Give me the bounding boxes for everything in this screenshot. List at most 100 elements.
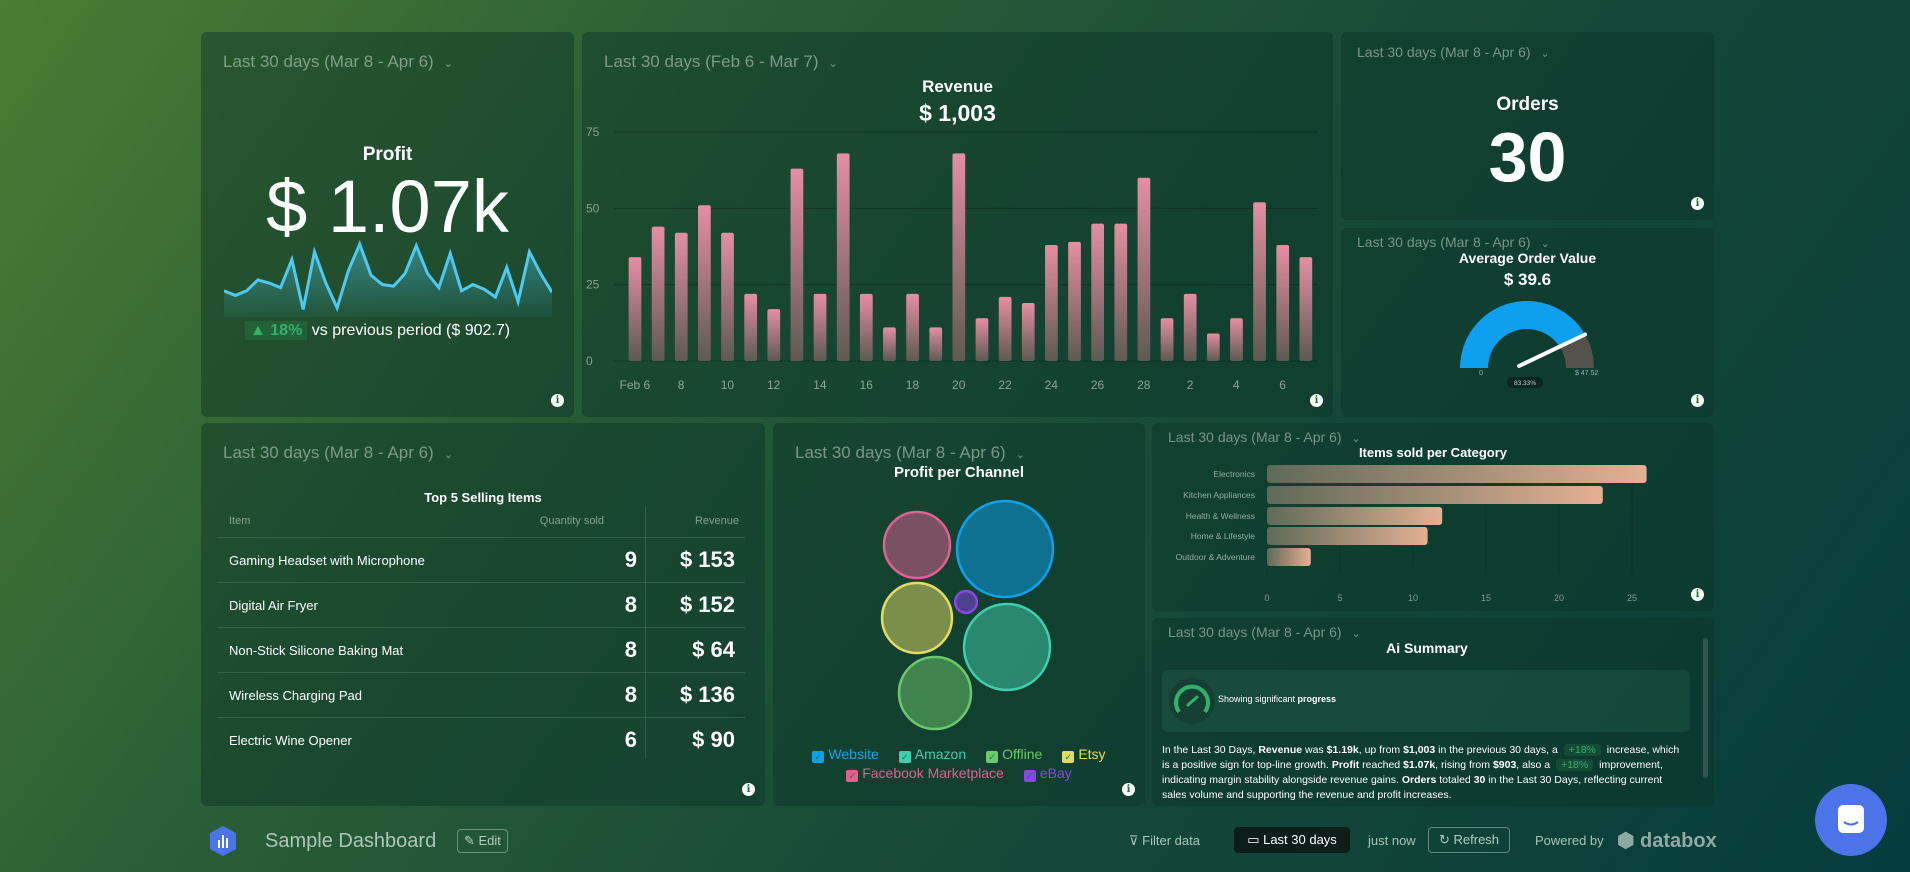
- revenue-bar[interactable]: [628, 257, 642, 361]
- bubble-facebook-marketplace[interactable]: [882, 510, 952, 580]
- checkbox-icon: ✓: [1062, 751, 1075, 763]
- revenue-bar[interactable]: [721, 232, 734, 361]
- legend-item[interactable]: ✓ Offline: [986, 745, 1042, 763]
- revenue: $ 152: [679, 592, 735, 617]
- date-range-dropdown[interactable]: Last 30 days (Mar 8 - Apr 6) ⌄: [223, 52, 453, 72]
- revenue-bar[interactable]: [1114, 223, 1128, 361]
- filter-data-button[interactable]: ⊽ Filter data: [1129, 833, 1200, 849]
- chat-launcher-button[interactable]: [1815, 784, 1887, 856]
- table-row[interactable]: Gaming Headset with Microphone 9 $ 153: [217, 537, 745, 582]
- category-bar[interactable]: [1267, 507, 1443, 525]
- revenue-bar[interactable]: [1253, 202, 1266, 361]
- date-button-label: Last 30 days: [1263, 832, 1337, 847]
- info-icon[interactable]: i: [1691, 394, 1704, 407]
- dashboard-name[interactable]: Sample Dashboard: [265, 830, 436, 853]
- edit-button[interactable]: ✎ Edit: [457, 829, 508, 853]
- scrollbar[interactable]: [1703, 638, 1708, 778]
- legend-item[interactable]: ✓ Website: [812, 745, 879, 763]
- revenue-bar[interactable]: [1091, 223, 1105, 361]
- revenue-bar[interactable]: [1299, 257, 1313, 361]
- bubble-amazon[interactable]: [962, 602, 1052, 692]
- column-header-revenue[interactable]: Revenue: [695, 515, 739, 527]
- table-title: Top 5 Selling Items: [424, 490, 542, 505]
- profit-sparkline: [224, 240, 552, 317]
- info-icon[interactable]: i: [742, 783, 755, 796]
- date-range-dropdown[interactable]: Last 30 days (Mar 8 - Apr 6) ⌄: [223, 443, 453, 463]
- revenue-bar[interactable]: [1160, 318, 1174, 361]
- chevron-down-icon: ⌄: [1351, 628, 1361, 640]
- table-row[interactable]: Electric Wine Opener 6 $ 90: [217, 717, 745, 762]
- revenue-bar[interactable]: [1045, 244, 1058, 361]
- legend-label: Website: [828, 746, 879, 762]
- revenue-bar[interactable]: [1230, 318, 1243, 361]
- category-bar[interactable]: [1267, 548, 1311, 566]
- bubble-website[interactable]: [955, 499, 1055, 599]
- date-label: Last 30 days (Mar 8 - Apr 6): [1168, 624, 1342, 640]
- aov-card: Last 30 days (Mar 8 - Apr 6) ⌄ Average Or…: [1341, 228, 1714, 417]
- revenue: $ 64: [692, 637, 735, 662]
- checkbox-icon: ✓: [846, 770, 859, 782]
- bubble-offline[interactable]: [897, 655, 973, 731]
- legend-item[interactable]: ✓ eBay: [1023, 764, 1072, 782]
- info-icon[interactable]: i: [1310, 394, 1323, 407]
- revenue-bar[interactable]: [1206, 333, 1220, 361]
- revenue-bar[interactable]: [767, 309, 781, 361]
- column-header-quantity[interactable]: Quantity sold: [540, 515, 604, 527]
- summary-text: Orders: [1401, 774, 1437, 786]
- date-range-dropdown[interactable]: Last 30 days (Mar 8 - Apr 6) ⌄: [1168, 624, 1361, 640]
- legend-item[interactable]: ✓ Etsy: [1062, 745, 1106, 763]
- date-range-button[interactable]: ▭ Last 30 days: [1234, 827, 1350, 853]
- bubble-ebay[interactable]: [953, 589, 979, 615]
- revenue-bar[interactable]: [744, 293, 758, 361]
- date-label: Last 30 days (Mar 8 - Apr 6): [1357, 44, 1531, 60]
- category-bar[interactable]: [1267, 486, 1603, 504]
- legend-item[interactable]: ✓ Facebook Marketplace: [846, 764, 1004, 782]
- summary-text: In the Last 30 Days,: [1162, 744, 1259, 756]
- bubble-etsy[interactable]: [880, 581, 954, 655]
- databox-brand[interactable]: ⬢ databox: [1617, 828, 1717, 853]
- category-bar-chart: 0 5 10 15 20 25 Electronics Kitchen Appliances H…: [1176, 465, 1647, 603]
- category-bar[interactable]: [1267, 527, 1428, 545]
- x-tick-label: 5: [1337, 593, 1342, 603]
- revenue-bar[interactable]: [859, 293, 873, 361]
- orders-card: Last 30 days (Mar 8 - Apr 6) ⌄ Orders 30 …: [1341, 32, 1714, 220]
- category-bar[interactable]: [1267, 465, 1647, 483]
- info-icon[interactable]: i: [551, 394, 564, 407]
- revenue: $ 153: [679, 547, 735, 572]
- revenue-bar[interactable]: [698, 205, 711, 361]
- profit-card: Last 30 days (Mar 8 - Apr 6) ⌄ Profit $ 1…: [201, 32, 574, 417]
- revenue-bar[interactable]: [651, 226, 665, 361]
- info-icon[interactable]: i: [1691, 588, 1704, 601]
- legend-item[interactable]: ✓ Amazon: [898, 745, 966, 763]
- databox-mark-icon: ⬢: [1617, 830, 1641, 852]
- x-tick-label: 10: [1408, 593, 1418, 603]
- revenue-bar[interactable]: [952, 153, 966, 361]
- revenue-bar[interactable]: [1021, 302, 1035, 361]
- column-header-item[interactable]: Item: [229, 515, 250, 527]
- orders-title: Orders: [1496, 94, 1559, 115]
- revenue-bar[interactable]: [790, 168, 804, 361]
- revenue-bar[interactable]: [1276, 244, 1290, 361]
- table-row[interactable]: Non-Stick Silicone Baking Mat 8 $ 64: [217, 627, 745, 672]
- revenue-bar[interactable]: [1183, 293, 1197, 361]
- summary-text: totaled: [1436, 774, 1474, 786]
- profit-comparison: ▲ 18% vs previous period ($ 902.7): [245, 321, 510, 340]
- refresh-button[interactable]: ↻ Refresh: [1428, 827, 1511, 853]
- revenue-bar[interactable]: [998, 296, 1012, 361]
- revenue-bar[interactable]: [1068, 241, 1081, 361]
- info-icon[interactable]: i: [1691, 197, 1704, 210]
- revenue-bar[interactable]: [975, 318, 989, 361]
- revenue-bar[interactable]: [906, 293, 919, 361]
- revenue-bar[interactable]: [883, 327, 896, 361]
- revenue-bar[interactable]: [674, 232, 688, 361]
- table-row[interactable]: Wireless Charging Pad 8 $ 136: [217, 672, 745, 717]
- revenue-bar[interactable]: [813, 293, 827, 361]
- x-tick-label: 18: [906, 378, 920, 392]
- revenue-bar[interactable]: [929, 327, 943, 361]
- table-row[interactable]: Digital Air Fryer 8 $ 152: [217, 582, 745, 627]
- date-range-dropdown[interactable]: Last 30 days (Mar 8 - Apr 6) ⌄: [1357, 44, 1550, 60]
- revenue-bar[interactable]: [1137, 177, 1151, 361]
- info-icon[interactable]: i: [1122, 783, 1135, 796]
- revenue-bar[interactable]: [836, 153, 850, 361]
- x-tick-label: 12: [767, 378, 781, 392]
